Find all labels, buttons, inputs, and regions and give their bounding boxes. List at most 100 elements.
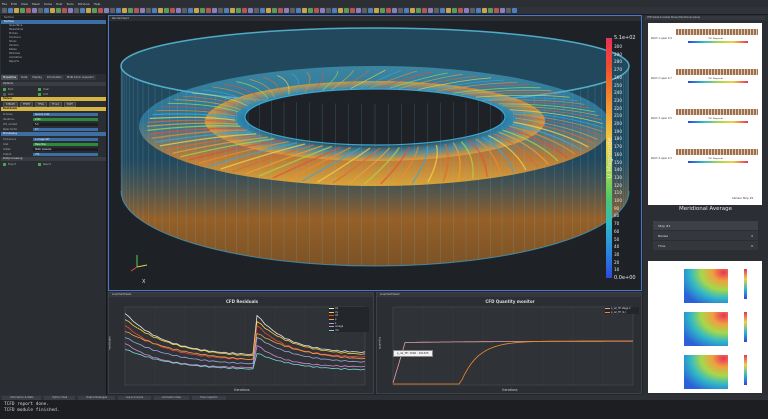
checkbox[interactable] [38,162,41,166]
toolbar-button[interactable] [2,8,7,13]
toolbar-button[interactable] [8,8,13,13]
property-field[interactable]: 5.0 [33,122,98,126]
toolbar-button[interactable] [404,8,409,13]
toolbar-button[interactable] [494,8,499,13]
toolbar-button[interactable] [14,8,19,13]
menu-item[interactable]: Help [94,2,101,6]
toolbar-button[interactable] [236,8,241,13]
checkbox[interactable] [3,162,6,166]
pipeline-browser[interactable]: Surface Surface Isosurface Streamline Probes… [1,16,106,74]
tab[interactable]: Data [19,75,30,80]
toolbar-button[interactable] [26,8,31,13]
toolbar-button[interactable] [380,8,385,13]
toolbar-button[interactable] [44,8,49,13]
toolbar-button[interactable] [308,8,313,13]
toolbar-button[interactable] [38,8,43,13]
toolbar-button[interactable] [368,8,373,13]
toolbar-button[interactable] [206,8,211,13]
bottom-tab[interactable]: Animation View [154,395,189,400]
toolbar-button[interactable] [320,8,325,13]
menu-item[interactable]: Edit [11,2,17,6]
toolbar-button[interactable] [458,8,463,13]
solver-button[interactable]: TF-G4 [48,101,62,107]
property-field[interactable]: Mass flow [33,142,98,146]
toolbar-button[interactable] [446,8,451,13]
toolbar-button[interactable] [56,8,61,13]
toolbar-button[interactable] [218,8,223,13]
toolbar-button[interactable] [176,8,181,13]
menu-item[interactable]: View [21,2,28,6]
toolbar-button[interactable] [32,8,37,13]
toolbar-button[interactable] [194,8,199,13]
menu-item[interactable]: File [2,2,7,6]
property-field[interactable]: 1500 [33,117,98,121]
toolbar-button[interactable] [242,8,247,13]
toolbar-button[interactable] [86,8,91,13]
toolbar-button[interactable] [212,8,217,13]
toolbar-button[interactable] [470,8,475,13]
meridional-row[interactable]: Strip #1 [653,221,758,230]
toolbar-button[interactable] [104,8,109,13]
toolbar-button[interactable] [344,8,349,13]
toolbar-button[interactable] [374,8,379,13]
checkbox[interactable] [38,87,41,91]
solver-button[interactable]: TFSTE [19,101,33,107]
toolbar-button[interactable] [152,8,157,13]
menu-item[interactable]: Mesh [32,2,40,6]
menu-item[interactable]: Post [56,2,62,6]
menu-item[interactable]: Tools [66,2,73,6]
toolbar-button[interactable] [428,8,433,13]
toolbar-button[interactable] [164,8,169,13]
toolbar-button[interactable] [296,8,301,13]
toolbar-button[interactable] [422,8,427,13]
toolbar-button[interactable] [74,8,79,13]
toolbar-button[interactable] [116,8,121,13]
toolbar-button[interactable] [92,8,97,13]
toolbar-button[interactable] [188,8,193,13]
section-residuals[interactable]: Residuals [1,107,106,111]
section-processing[interactable]: Processing [1,132,106,136]
tab[interactable]: Display [30,75,44,80]
solver-button[interactable]: STEADY [3,101,18,107]
toolbar-button[interactable] [158,8,163,13]
toolbar-button[interactable] [386,8,391,13]
toolbar-button[interactable] [146,8,151,13]
toolbar-button[interactable] [248,8,253,13]
toolbar-button[interactable] [98,8,103,13]
tab[interactable]: Multi-block inspector [64,75,96,80]
toolbar-button[interactable] [392,8,397,13]
toolbar-button[interactable] [398,8,403,13]
property-field[interactable]: VTK [33,152,98,156]
checkbox[interactable] [3,92,6,96]
toolbar-button[interactable] [488,8,493,13]
section-postprocessing[interactable]: Postprocessing [1,157,106,161]
slice-panel[interactable]: Patch 1: span 0.9 CFD Magnitude Patch 2: s… [648,23,762,205]
toolbar-button[interactable] [230,8,235,13]
toolbar-button[interactable] [284,8,289,13]
toolbar-button[interactable] [500,8,505,13]
render-viewport[interactable]: RenderView1 X 5.1e+02 0.0e+00 300 290 28… [108,15,642,291]
tab[interactable]: Properties [1,75,19,80]
toolbar-button[interactable] [302,8,307,13]
toolbar-button[interactable] [254,8,259,13]
bottom-tab[interactable]: Output Messages [78,395,116,400]
checkbox[interactable] [3,87,6,91]
tree-item[interactable]: Reports [1,60,106,64]
toolbar-button[interactable] [182,8,187,13]
turbine-render[interactable]: X [109,21,641,291]
toolbar-button[interactable] [434,8,439,13]
meridional-plots[interactable] [648,261,762,393]
toolbar-button[interactable] [272,8,277,13]
toolbar-button[interactable] [170,8,175,13]
toolbar-button[interactable] [482,8,487,13]
bottom-tab[interactable]: Information & Stats [2,395,42,400]
toolbar-button[interactable] [506,8,511,13]
bottom-tab[interactable]: Log & Console [118,395,152,400]
toolbar-button[interactable] [68,8,73,13]
meridional-row[interactable]: Time 0 [653,241,758,250]
menu-item[interactable]: Solve [44,2,52,6]
toolbar-button[interactable] [326,8,331,13]
toolbar-button[interactable] [338,8,343,13]
toolbar-button[interactable] [134,8,139,13]
tab[interactable]: Information [44,75,64,80]
